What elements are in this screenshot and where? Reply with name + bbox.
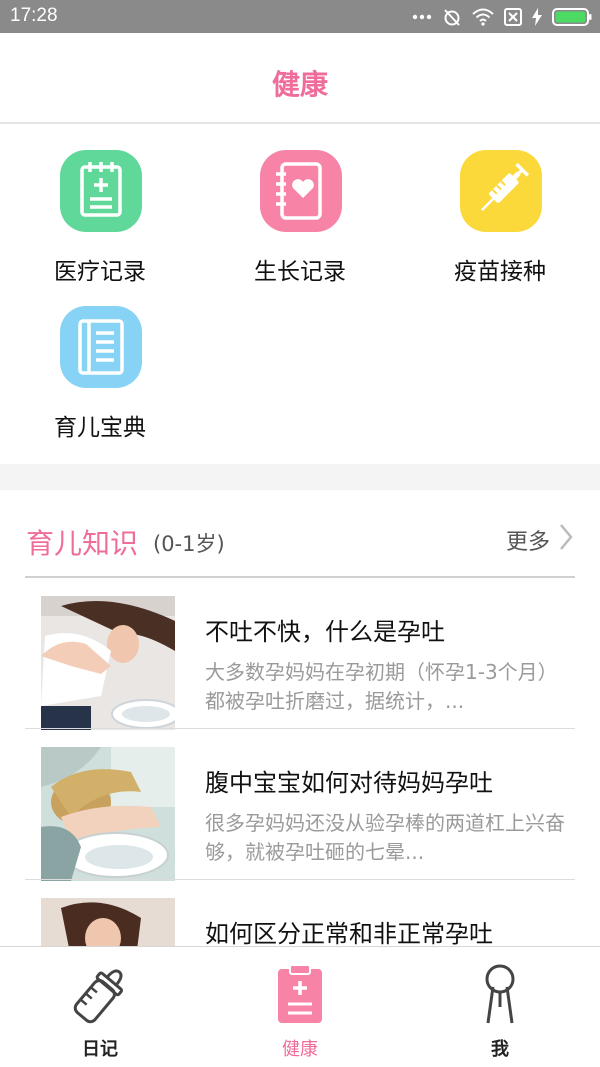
- tab-label: 健康: [282, 1039, 318, 1060]
- section-age-range: (0-1岁): [153, 532, 225, 556]
- tool-label: 医疗记录: [54, 259, 146, 285]
- article-item[interactable]: 腹中宝宝如何对待妈妈孕吐 很多孕妈妈还没从验孕棒的两道杠上兴奋够，就被孕吐砸的七…: [25, 729, 575, 881]
- charging-icon: [532, 8, 542, 26]
- article-thumbnail: [41, 596, 175, 730]
- tool-vaccination[interactable]: 疫苗接种: [400, 126, 600, 285]
- app-header: 健康: [0, 33, 600, 124]
- medical-record-icon: [60, 150, 142, 232]
- article-thumbnail: [41, 747, 175, 881]
- article-item[interactable]: 不吐不快，什么是孕吐 大多数孕妈妈在孕初期（怀孕1-3个月）都被孕吐折磨过，据统…: [25, 578, 575, 730]
- section-title: 育儿知识: [26, 527, 139, 560]
- tool-label: 生长记录: [254, 259, 346, 285]
- sim-off-icon: [504, 8, 522, 26]
- health-tools-grid: 医疗记录 生长记录 疫苗接种 育儿宝典: [0, 126, 600, 464]
- tool-label: 疫苗接种: [454, 259, 546, 285]
- tab-health[interactable]: 健康: [200, 947, 400, 1067]
- article-title: 腹中宝宝如何对待妈妈孕吐: [205, 769, 493, 797]
- article-title: 如何区分正常和非正常孕吐: [205, 920, 493, 948]
- battery-icon: [552, 8, 592, 26]
- tool-growth-record[interactable]: 生长记录: [200, 126, 400, 285]
- section-spacer: [0, 464, 600, 490]
- status-bar: 17:28: [0, 0, 600, 33]
- bottom-tab-bar: 日记 健康 我: [0, 946, 600, 1067]
- article-summary: 大多数孕妈妈在孕初期（怀孕1-3个月）都被孕吐折磨过，据统计，...: [205, 660, 558, 713]
- baby-bottle-icon: [73, 969, 123, 1024]
- more-link[interactable]: 更多: [506, 524, 550, 556]
- person-icon: [485, 964, 515, 1024]
- tool-parenting-guide[interactable]: 育儿宝典: [0, 282, 200, 441]
- tab-label: 日记: [82, 1039, 118, 1060]
- article-title: 不吐不快，什么是孕吐: [205, 618, 445, 646]
- tool-medical-record[interactable]: 医疗记录: [0, 126, 200, 285]
- knowledge-section-header: 育儿知识 (0-1岁) 更多: [0, 490, 600, 580]
- health-clipboard-icon: [278, 964, 322, 1023]
- more-dots-icon: [412, 14, 432, 20]
- vaccine-syringe-icon: [460, 150, 542, 232]
- tab-label: 我: [491, 1039, 509, 1060]
- wifi-icon: [472, 8, 494, 26]
- alarm-off-icon: [444, 9, 460, 26]
- page-title: 健康: [271, 68, 328, 101]
- tab-me[interactable]: 我: [400, 947, 600, 1067]
- article-summary: 很多孕妈妈还没从验孕棒的两道杠上兴奋够，就被孕吐砸的七晕...: [205, 811, 565, 864]
- chevron-right-icon[interactable]: [558, 522, 574, 552]
- tab-diary[interactable]: 日记: [0, 947, 200, 1067]
- parenting-book-icon: [60, 306, 142, 388]
- tool-label: 育儿宝典: [54, 415, 146, 441]
- status-icons: [412, 6, 592, 28]
- growth-record-icon: [260, 150, 342, 232]
- status-time: 17:28: [10, 5, 58, 26]
